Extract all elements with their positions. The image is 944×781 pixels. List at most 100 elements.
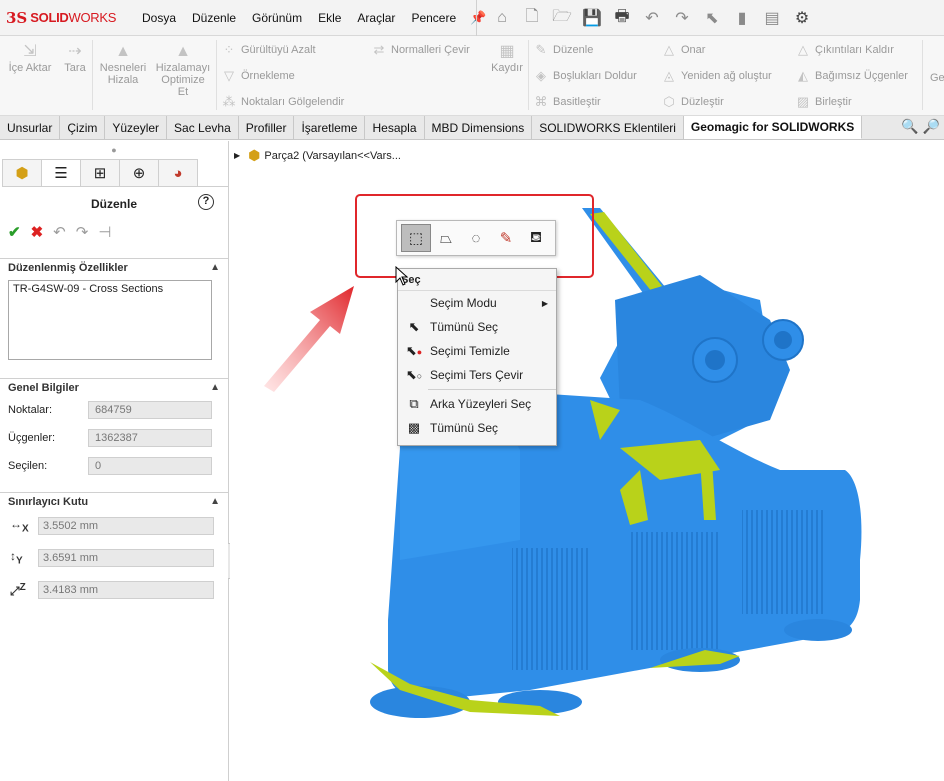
- tab-sac-levha[interactable]: Sac Levha: [167, 116, 239, 139]
- panel-grip[interactable]: ●: [0, 141, 228, 159]
- invert-selection-icon: ⬉○: [405, 367, 423, 382]
- bosluklari-doldur-button[interactable]: ◈ Boşlukları Doldur: [534, 68, 637, 84]
- ornekleme-button[interactable]: ▽ Örnekleme: [222, 68, 295, 84]
- gear-icon[interactable]: ⚙: [787, 6, 817, 30]
- duzlestir-button[interactable]: ⬡ Düzleştir: [662, 94, 723, 110]
- ribbon-overflow-label[interactable]: Ge: [930, 72, 944, 84]
- collapse-caret-icon[interactable]: ▲: [210, 493, 220, 510]
- tab-unsurlar[interactable]: Unsurlar: [0, 116, 61, 139]
- menu-item-tumunu-sec[interactable]: ⬉ Tümünü Seç: [398, 315, 556, 339]
- clear-selection-icon: ⬉●: [405, 343, 423, 358]
- eye-hole-2: [774, 331, 792, 349]
- panel-title: Düzenle ?: [0, 194, 228, 211]
- polygon-select-icon[interactable]: ⏢: [431, 224, 461, 252]
- tab-cizim[interactable]: Çizim: [60, 116, 106, 139]
- save-icon[interactable]: 💾: [577, 6, 607, 30]
- menu-item-secimi-ters-cevir[interactable]: ⬉○ Seçimi Ters Çevir: [398, 363, 556, 387]
- property-manager-tab-icon[interactable]: ☰: [41, 159, 81, 186]
- rectangle-select-icon[interactable]: ⬚: [401, 224, 431, 252]
- command-manager-tabs: Unsurlar Çizim Yüzeyler Sac Levha Profil…: [0, 116, 944, 140]
- menu-item-secim-modu[interactable]: Seçim Modu ▶: [398, 291, 556, 315]
- menu-duzenle[interactable]: Düzenle: [184, 11, 244, 25]
- z-dimension-row: ⤢Z 3.4183 mm: [0, 574, 228, 606]
- menu-ekle[interactable]: Ekle: [310, 11, 349, 25]
- edited-properties-list[interactable]: TR-G4SW-09 - Cross Sections: [8, 280, 212, 360]
- onar-button[interactable]: △ Onar: [662, 42, 705, 58]
- redo-icon[interactable]: ↷: [667, 6, 697, 30]
- command-ribbon: ⇲ İçe Aktar ⇢ Tara ▲ Nesneleri Hizala ▲ …: [0, 36, 944, 116]
- nesneleri-hizala-button[interactable]: ▲ Nesneleri Hizala: [96, 42, 150, 86]
- collapse-caret-icon[interactable]: ▲: [210, 259, 220, 276]
- basitlestir-button[interactable]: ⌘ Basitleştir: [534, 94, 601, 110]
- lasso-select-icon[interactable]: ◌: [461, 224, 491, 252]
- file-properties-icon[interactable]: ▤: [757, 6, 787, 30]
- undo-icon[interactable]: ↶: [53, 223, 66, 241]
- menu-pencere[interactable]: Pencere: [403, 11, 464, 25]
- bagimsiz-ucgenler-button[interactable]: ◭ Bağımsız Üçgenler: [796, 68, 908, 84]
- paint-brush-select-icon[interactable]: ✎: [491, 224, 521, 252]
- help-icon[interactable]: ?: [198, 194, 214, 210]
- birlestir-button[interactable]: ▨ Birleştir: [796, 94, 852, 110]
- home-icon[interactable]: ⌂: [487, 6, 517, 30]
- gurultuyu-azalt-button[interactable]: ⁘ Gürültüyü Azalt: [222, 42, 316, 58]
- collapse-caret-icon[interactable]: ▲: [210, 379, 220, 396]
- shift-icon: ▦: [499, 43, 515, 60]
- zoom-area-icon[interactable]: 🔎: [923, 118, 940, 135]
- bounding-box-header[interactable]: Sınırlayıcı Kutu ▲: [0, 492, 228, 510]
- normalleri-cevir-button[interactable]: ⇄ Normalleri Çevir: [372, 42, 470, 58]
- paint-bucket-select-icon[interactable]: ⛾: [521, 224, 551, 252]
- selection-toolbar: ⬚ ⏢ ◌ ✎ ⛾: [396, 220, 556, 256]
- rib-panel-1: [512, 548, 590, 670]
- redo-icon[interactable]: ↷: [76, 223, 89, 241]
- menu-item-secimi-temizle[interactable]: ⬉● Seçimi Temizle: [398, 339, 556, 363]
- configuration-manager-tab-icon[interactable]: ⊞: [80, 159, 120, 186]
- kaydir-button[interactable]: ▦ Kaydır: [486, 42, 528, 74]
- open-folder-icon[interactable]: 🗁: [547, 6, 577, 30]
- noktalari-golgelendir-button[interactable]: ⁂ Noktaları Gölgelendir: [222, 94, 345, 110]
- undo-icon[interactable]: ↶: [637, 6, 667, 30]
- tab-yuzeyler[interactable]: Yüzeyler: [105, 116, 168, 139]
- reduce-noise-icon: ⁘: [223, 42, 235, 57]
- tab-geomagic[interactable]: Geomagic for SOLIDWORKS: [683, 116, 863, 139]
- display-manager-tab-icon[interactable]: ◕: [158, 159, 198, 186]
- yeniden-ag-olustur-button[interactable]: ◬ Yeniden ağ oluştur: [662, 68, 772, 84]
- new-document-icon[interactable]: 🗋: [517, 6, 547, 30]
- back-faces-icon: ⧉: [409, 396, 419, 411]
- cancel-x-icon[interactable]: ✖: [31, 223, 44, 241]
- zoom-to-fit-icon[interactable]: 🔍: [901, 118, 918, 135]
- menu-item-arka-yuzeyleri-sec[interactable]: ⧉ Arka Yüzeyleri Seç: [398, 392, 556, 416]
- menu-gorunum[interactable]: Görünüm: [244, 11, 310, 25]
- z-dimension-value: 3.4183 mm: [38, 581, 214, 599]
- edit-mesh-icon: ✎: [535, 42, 547, 57]
- pushpin-icon[interactable]: ⊣: [98, 223, 111, 241]
- x-dimension-icon: ↔X: [10, 517, 29, 535]
- context-menu-header: Seç: [398, 269, 556, 291]
- menu-araclar[interactable]: Araçlar: [349, 11, 403, 25]
- cikintilari-kaldir-button[interactable]: △ Çıkıntıları Kaldır: [796, 42, 894, 58]
- edited-properties-header[interactable]: Düzenlenmiş Özellikler ▲: [0, 258, 228, 276]
- panel-tabs: ⬢ ☰ ⊞ ⊕ ◕: [2, 159, 228, 187]
- points-row: Noktalar: 684759: [0, 396, 228, 424]
- tab-hesapla[interactable]: Hesapla: [365, 116, 425, 139]
- dimxpert-tab-icon[interactable]: ⊕: [119, 159, 159, 186]
- feature-manager-tab-icon[interactable]: ⬢: [2, 159, 42, 186]
- solidworks-logo[interactable]: 3S SOLIDWORKS: [6, 9, 134, 27]
- menu-dosya[interactable]: Dosya: [134, 11, 184, 25]
- tab-isaretleme[interactable]: İşaretleme: [294, 116, 366, 139]
- ice-aktar-button[interactable]: ⇲ İçe Aktar: [6, 42, 54, 74]
- select-context-menu: Seç Seçim Modu ▶ ⬉ Tümünü Seç ⬉● Seçimi …: [397, 268, 557, 446]
- tab-mbd-dimensions[interactable]: MBD Dimensions: [425, 116, 533, 139]
- ok-checkmark-icon[interactable]: ✔: [8, 223, 21, 241]
- hizalamayi-optimize-et-button[interactable]: ▲ Hizalamayı Optimize Et: [154, 42, 212, 98]
- tab-profiller[interactable]: Profiller: [239, 116, 295, 139]
- x-dimension-value: 3.5502 mm: [38, 517, 214, 535]
- traffic-light-icon[interactable]: ▮: [727, 6, 757, 30]
- independent-triangles-icon: ◭: [798, 68, 808, 83]
- tara-button[interactable]: ⇢ Tara: [60, 42, 90, 74]
- general-info-header[interactable]: Genel Bilgiler ▲: [0, 378, 228, 396]
- tab-solidworks-eklentileri[interactable]: SOLIDWORKS Eklentileri: [532, 116, 684, 139]
- select-pointer-icon[interactable]: ⬉: [697, 6, 727, 30]
- print-icon[interactable]: 🖶: [607, 6, 637, 30]
- duzenle-ribbon-button[interactable]: ✎ Düzenle: [534, 42, 594, 58]
- menu-item-tumunu-sec-mesh[interactable]: ▩ Tümünü Seç: [398, 416, 556, 440]
